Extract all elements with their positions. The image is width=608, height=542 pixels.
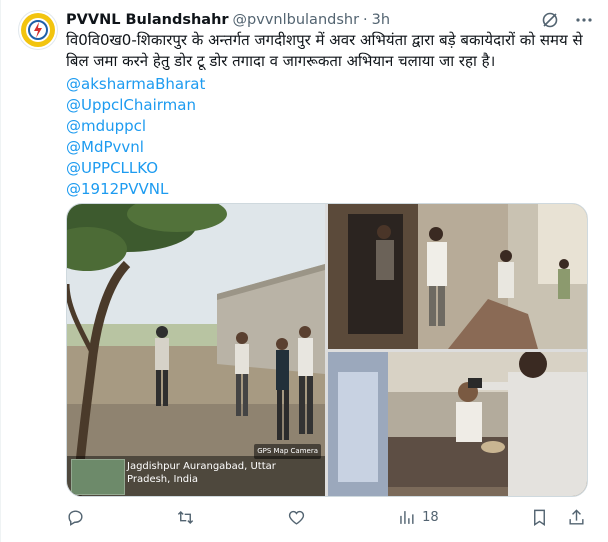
photo-field-inspection[interactable]: GPS Map Camera Jagdishpur Aurangabad, Ut… — [67, 204, 325, 496]
share-icon — [569, 508, 584, 525]
separator-dot: · — [363, 12, 368, 28]
media-grid: GPS Map Camera Jagdishpur Aurangabad, Ut… — [66, 203, 588, 497]
photo-consumer-meeting[interactable] — [328, 352, 587, 496]
photo-door-to-door[interactable] — [328, 204, 587, 349]
secondary-actions — [530, 508, 586, 527]
tweet-text: वि0वि0ख0-शिकारपुर के अन्तर्गत जगदीशपुर म… — [66, 31, 583, 70]
tweet[interactable]: PVVNL Bulandshahr @pvvnlbulandshr · 3h व… — [0, 0, 608, 542]
retweet-button[interactable] — [176, 508, 195, 527]
mention-link[interactable]: @MdPvvnl — [66, 137, 366, 158]
mention-link[interactable]: @UPPCLLKO — [66, 158, 366, 179]
bookmark-button[interactable] — [530, 508, 549, 527]
gps-map-thumbnail — [71, 459, 125, 495]
like-button[interactable] — [287, 508, 306, 527]
bookmark-icon — [534, 509, 545, 526]
grok-icon[interactable] — [540, 10, 560, 30]
reply-button[interactable] — [66, 508, 85, 527]
thread-divider — [0, 0, 1, 542]
timestamp[interactable]: 3h — [372, 12, 390, 28]
like-icon — [288, 510, 304, 525]
gps-location-text: Jagdishpur Aurangabad, Uttar Pradesh, In… — [127, 461, 276, 485]
tweet-header: PVVNL Bulandshahr @pvvnlbulandshr · 3h — [66, 10, 390, 30]
retweet-icon — [178, 510, 194, 524]
gps-camera-badge: GPS Map Camera — [254, 444, 321, 459]
header-actions — [540, 10, 594, 30]
reply-icon — [68, 509, 83, 526]
display-name[interactable]: PVVNL Bulandshahr — [66, 12, 229, 28]
mention-link[interactable]: @mduppcl — [66, 116, 366, 137]
mentions-list: @aksharmaBharat @UppclChairman @mduppcl … — [66, 74, 366, 200]
views-count: 18 — [422, 509, 439, 525]
views-button[interactable]: 18 — [397, 508, 439, 527]
share-button[interactable] — [567, 508, 586, 527]
pvvnl-logo-icon — [21, 13, 55, 47]
mention-link[interactable]: @aksharmaBharat — [66, 74, 366, 95]
more-icon[interactable] — [574, 10, 594, 30]
action-bar: 18 — [66, 505, 586, 529]
avatar[interactable] — [18, 10, 58, 50]
mention-link[interactable]: @1912PVVNL — [66, 179, 366, 200]
gps-overlay: GPS Map Camera Jagdishpur Aurangabad, Ut… — [67, 444, 325, 496]
mention-link[interactable]: @UppclChairman — [66, 95, 366, 116]
user-handle[interactable]: @pvvnlbulandshr — [233, 12, 360, 28]
views-icon — [400, 510, 414, 524]
